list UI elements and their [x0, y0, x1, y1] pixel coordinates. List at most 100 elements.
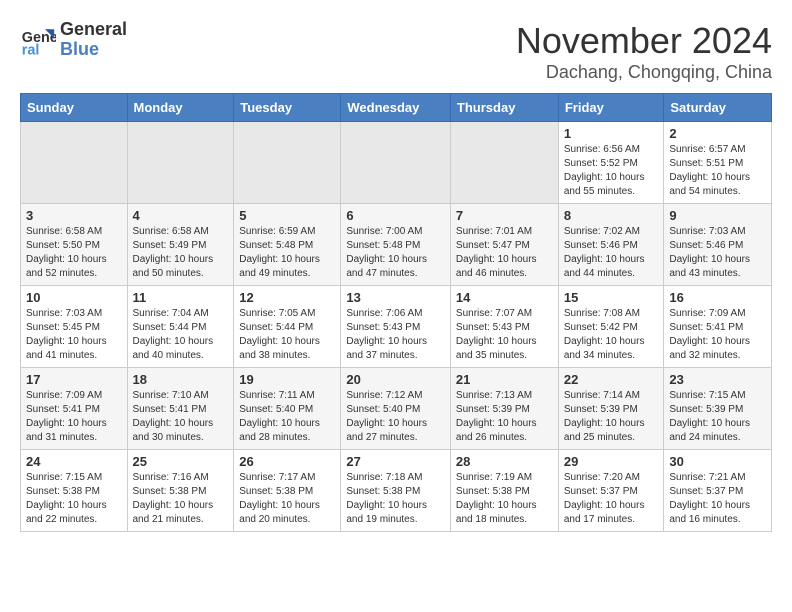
day-number: 25 — [133, 454, 229, 469]
day-info: Sunrise: 7:19 AM Sunset: 5:38 PM Dayligh… — [456, 471, 553, 527]
day-info: Sunrise: 7:15 AM Sunset: 5:38 PM Dayligh… — [26, 471, 122, 527]
header-day-friday: Friday — [558, 94, 664, 122]
calendar-cell: 22 Sunrise: 7:14 AM Sunset: 5:39 PM Dayli… — [558, 368, 664, 450]
calendar-subtitle: Dachang, Chongqing, China — [516, 62, 772, 83]
logo-text-line2: Blue — [60, 40, 127, 60]
calendar-cell: 24Sunrise: 7:15 AM Sunset: 5:38 PM Dayli… — [21, 450, 128, 532]
day-number: 29 — [564, 454, 659, 469]
calendar-cell: 23 Sunrise: 7:15 AM Sunset: 5:39 PM Dayli… — [664, 368, 772, 450]
day-number: 11 — [133, 290, 229, 305]
calendar-cell: 20Sunrise: 7:12 AM Sunset: 5:40 PM Dayli… — [341, 368, 451, 450]
day-info: Sunrise: 7:16 AM Sunset: 5:38 PM Dayligh… — [133, 471, 229, 527]
day-info: Sunrise: 7:12 AM Sunset: 5:40 PM Dayligh… — [346, 389, 445, 445]
day-number: 18 — [133, 372, 229, 387]
calendar-cell: 3 Sunrise: 6:58 AM Sunset: 5:50 PM Daylig… — [21, 204, 128, 286]
day-info: Sunrise: 7:06 AM Sunset: 5:43 PM Dayligh… — [346, 307, 445, 363]
header-day-thursday: Thursday — [450, 94, 558, 122]
day-info: Sunrise: 7:09 AM Sunset: 5:41 PM Dayligh… — [669, 307, 766, 363]
header-row: SundayMondayTuesdayWednesdayThursdayFrid… — [21, 94, 772, 122]
day-info: Sunrise: 7:01 AM Sunset: 5:47 PM Dayligh… — [456, 225, 553, 281]
day-info: Sunrise: 7:18 AM Sunset: 5:38 PM Dayligh… — [346, 471, 445, 527]
day-info: Sunrise: 7:00 AM Sunset: 5:48 PM Dayligh… — [346, 225, 445, 281]
day-number: 4 — [133, 208, 229, 223]
header-day-saturday: Saturday — [664, 94, 772, 122]
calendar-cell — [21, 122, 128, 204]
day-info: Sunrise: 7:17 AM Sunset: 5:38 PM Dayligh… — [239, 471, 335, 527]
calendar-cell: 10 Sunrise: 7:03 AM Sunset: 5:45 PM Dayli… — [21, 286, 128, 368]
day-info: Sunrise: 7:04 AM Sunset: 5:44 PM Dayligh… — [133, 307, 229, 363]
calendar-cell: 12 Sunrise: 7:05 AM Sunset: 5:44 PM Dayli… — [234, 286, 341, 368]
day-info: Sunrise: 7:07 AM Sunset: 5:43 PM Dayligh… — [456, 307, 553, 363]
day-number: 28 — [456, 454, 553, 469]
day-number: 3 — [26, 208, 122, 223]
day-number: 14 — [456, 290, 553, 305]
calendar-header: SundayMondayTuesdayWednesdayThursdayFrid… — [21, 94, 772, 122]
day-number: 16 — [669, 290, 766, 305]
day-info: Sunrise: 6:56 AM Sunset: 5:52 PM Dayligh… — [564, 143, 659, 199]
day-number: 27 — [346, 454, 445, 469]
day-info: Sunrise: 7:15 AM Sunset: 5:39 PM Dayligh… — [669, 389, 766, 445]
calendar-cell: 7 Sunrise: 7:01 AM Sunset: 5:47 PM Daylig… — [450, 204, 558, 286]
calendar-cell: 8 Sunrise: 7:02 AM Sunset: 5:46 PM Daylig… — [558, 204, 664, 286]
day-info: Sunrise: 6:58 AM Sunset: 5:50 PM Dayligh… — [26, 225, 122, 281]
calendar-cell: 26Sunrise: 7:17 AM Sunset: 5:38 PM Dayli… — [234, 450, 341, 532]
day-info: Sunrise: 7:02 AM Sunset: 5:46 PM Dayligh… — [564, 225, 659, 281]
calendar-week-5: 24Sunrise: 7:15 AM Sunset: 5:38 PM Dayli… — [21, 450, 772, 532]
calendar-cell: 16 Sunrise: 7:09 AM Sunset: 5:41 PM Dayli… — [664, 286, 772, 368]
day-info: Sunrise: 7:10 AM Sunset: 5:41 PM Dayligh… — [133, 389, 229, 445]
calendar-week-3: 10 Sunrise: 7:03 AM Sunset: 5:45 PM Dayli… — [21, 286, 772, 368]
calendar-cell: 25 Sunrise: 7:16 AM Sunset: 5:38 PM Dayli… — [127, 450, 234, 532]
day-number: 23 — [669, 372, 766, 387]
header-day-sunday: Sunday — [21, 94, 128, 122]
calendar-cell: 19Sunrise: 7:11 AM Sunset: 5:40 PM Dayli… — [234, 368, 341, 450]
day-number: 6 — [346, 208, 445, 223]
day-info: Sunrise: 7:03 AM Sunset: 5:46 PM Dayligh… — [669, 225, 766, 281]
calendar-cell: 6 Sunrise: 7:00 AM Sunset: 5:48 PM Daylig… — [341, 204, 451, 286]
calendar-cell — [234, 122, 341, 204]
calendar-cell — [127, 122, 234, 204]
day-number: 2 — [669, 126, 766, 141]
calendar-cell: 13 Sunrise: 7:06 AM Sunset: 5:43 PM Dayli… — [341, 286, 451, 368]
logo-icon: Gene ral — [20, 22, 56, 58]
day-number: 17 — [26, 372, 122, 387]
header-day-monday: Monday — [127, 94, 234, 122]
day-info: Sunrise: 7:14 AM Sunset: 5:39 PM Dayligh… — [564, 389, 659, 445]
calendar-cell — [450, 122, 558, 204]
calendar-week-4: 17 Sunrise: 7:09 AM Sunset: 5:41 PM Dayli… — [21, 368, 772, 450]
day-info: Sunrise: 7:20 AM Sunset: 5:37 PM Dayligh… — [564, 471, 659, 527]
day-number: 7 — [456, 208, 553, 223]
calendar-cell: 18 Sunrise: 7:10 AM Sunset: 5:41 PM Dayli… — [127, 368, 234, 450]
day-number: 13 — [346, 290, 445, 305]
calendar-cell: 9Sunrise: 7:03 AM Sunset: 5:46 PM Daylig… — [664, 204, 772, 286]
day-info: Sunrise: 7:09 AM Sunset: 5:41 PM Dayligh… — [26, 389, 122, 445]
calendar-cell: 29 Sunrise: 7:20 AM Sunset: 5:37 PM Dayli… — [558, 450, 664, 532]
day-info: Sunrise: 7:21 AM Sunset: 5:37 PM Dayligh… — [669, 471, 766, 527]
day-info: Sunrise: 7:03 AM Sunset: 5:45 PM Dayligh… — [26, 307, 122, 363]
calendar-week-1: 1Sunrise: 6:56 AM Sunset: 5:52 PM Daylig… — [21, 122, 772, 204]
calendar-cell — [341, 122, 451, 204]
day-number: 12 — [239, 290, 335, 305]
calendar-cell: 28 Sunrise: 7:19 AM Sunset: 5:38 PM Dayli… — [450, 450, 558, 532]
day-number: 8 — [564, 208, 659, 223]
calendar-cell: 1Sunrise: 6:56 AM Sunset: 5:52 PM Daylig… — [558, 122, 664, 204]
calendar-cell: 21Sunrise: 7:13 AM Sunset: 5:39 PM Dayli… — [450, 368, 558, 450]
calendar-cell: 17 Sunrise: 7:09 AM Sunset: 5:41 PM Dayli… — [21, 368, 128, 450]
calendar-cell: 27 Sunrise: 7:18 AM Sunset: 5:38 PM Dayli… — [341, 450, 451, 532]
day-info: Sunrise: 6:59 AM Sunset: 5:48 PM Dayligh… — [239, 225, 335, 281]
day-number: 30 — [669, 454, 766, 469]
day-number: 5 — [239, 208, 335, 223]
day-info: Sunrise: 7:05 AM Sunset: 5:44 PM Dayligh… — [239, 307, 335, 363]
calendar-cell: 14 Sunrise: 7:07 AM Sunset: 5:43 PM Dayli… — [450, 286, 558, 368]
day-number: 19 — [239, 372, 335, 387]
day-number: 22 — [564, 372, 659, 387]
calendar-title: November 2024 — [516, 20, 772, 62]
header: Gene ral General Blue November 2024 Dach… — [20, 20, 772, 83]
day-info: Sunrise: 7:08 AM Sunset: 5:42 PM Dayligh… — [564, 307, 659, 363]
day-number: 10 — [26, 290, 122, 305]
title-section: November 2024 Dachang, Chongqing, China — [516, 20, 772, 83]
calendar-cell: 2Sunrise: 6:57 AM Sunset: 5:51 PM Daylig… — [664, 122, 772, 204]
header-day-tuesday: Tuesday — [234, 94, 341, 122]
day-number: 15 — [564, 290, 659, 305]
day-info: Sunrise: 7:13 AM Sunset: 5:39 PM Dayligh… — [456, 389, 553, 445]
calendar-cell: 30 Sunrise: 7:21 AM Sunset: 5:37 PM Dayli… — [664, 450, 772, 532]
